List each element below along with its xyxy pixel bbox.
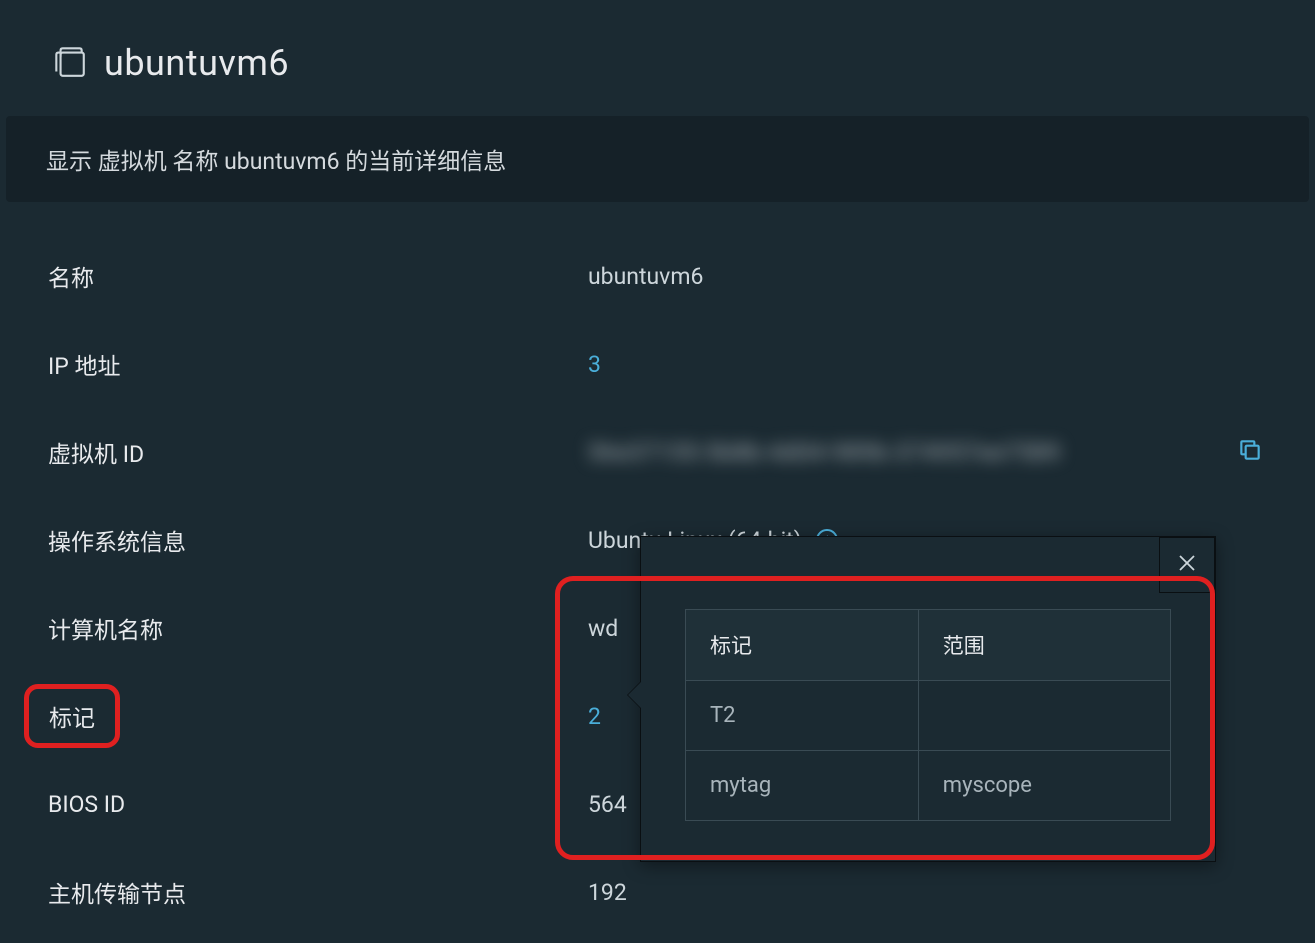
row-vmid: 虚拟机 ID 56e37155-5b8b-4d04-989b-374957ee7… [48, 408, 1267, 496]
value-transport: 192 [588, 879, 627, 906]
value-biosid: 564 [588, 791, 627, 818]
value-ip[interactable]: 3 [588, 351, 601, 378]
table-row: mytag myscope [686, 751, 1171, 821]
row-ip: IP 地址 3 [48, 320, 1267, 408]
table-row: T2 [686, 681, 1171, 751]
page-title: ubuntuvm6 [104, 42, 289, 84]
tag-cell: mytag [686, 751, 919, 821]
label-ip: IP 地址 [48, 347, 588, 381]
label-biosid: BIOS ID [48, 791, 588, 818]
copy-icon[interactable] [1237, 437, 1263, 467]
close-icon [1177, 553, 1197, 577]
label-hostname: 计算机名称 [48, 611, 588, 645]
value-tags[interactable]: 2 [588, 703, 601, 730]
tags-table: 标记 范围 T2 mytag myscope [685, 609, 1171, 821]
tags-popover: 标记 范围 T2 mytag myscope [640, 536, 1216, 862]
row-name: 名称 ubuntuvm6 [48, 232, 1267, 320]
label-tags: 标记 [49, 705, 95, 732]
tags-table-header-tag: 标记 [686, 610, 919, 681]
label-os: 操作系统信息 [48, 523, 588, 557]
vm-icon [50, 42, 88, 84]
tag-cell: T2 [686, 681, 919, 751]
page-header: ubuntuvm6 [0, 0, 1315, 108]
popover-caret [628, 681, 642, 709]
label-vmid: 虚拟机 ID [48, 435, 588, 469]
value-name: ubuntuvm6 [588, 263, 703, 290]
label-transport: 主机传输节点 [48, 875, 588, 909]
value-vmid: 56e37155-5b8b-4d04-989b-374957ee7589 [588, 439, 1061, 466]
scope-cell: myscope [918, 751, 1170, 821]
value-hostname: wd [588, 615, 618, 642]
description-text: 显示 虚拟机 名称 ubuntuvm6 的当前详细信息 [46, 148, 506, 175]
popover-body: 标记 范围 T2 mytag myscope [641, 537, 1215, 861]
tags-label-highlight: 标记 [24, 684, 120, 748]
popover-close-button[interactable] [1159, 537, 1215, 593]
tags-table-header-scope: 范围 [918, 610, 1170, 681]
description-bar: 显示 虚拟机 名称 ubuntuvm6 的当前详细信息 [6, 116, 1309, 202]
scope-cell [918, 681, 1170, 751]
label-name: 名称 [48, 259, 588, 293]
